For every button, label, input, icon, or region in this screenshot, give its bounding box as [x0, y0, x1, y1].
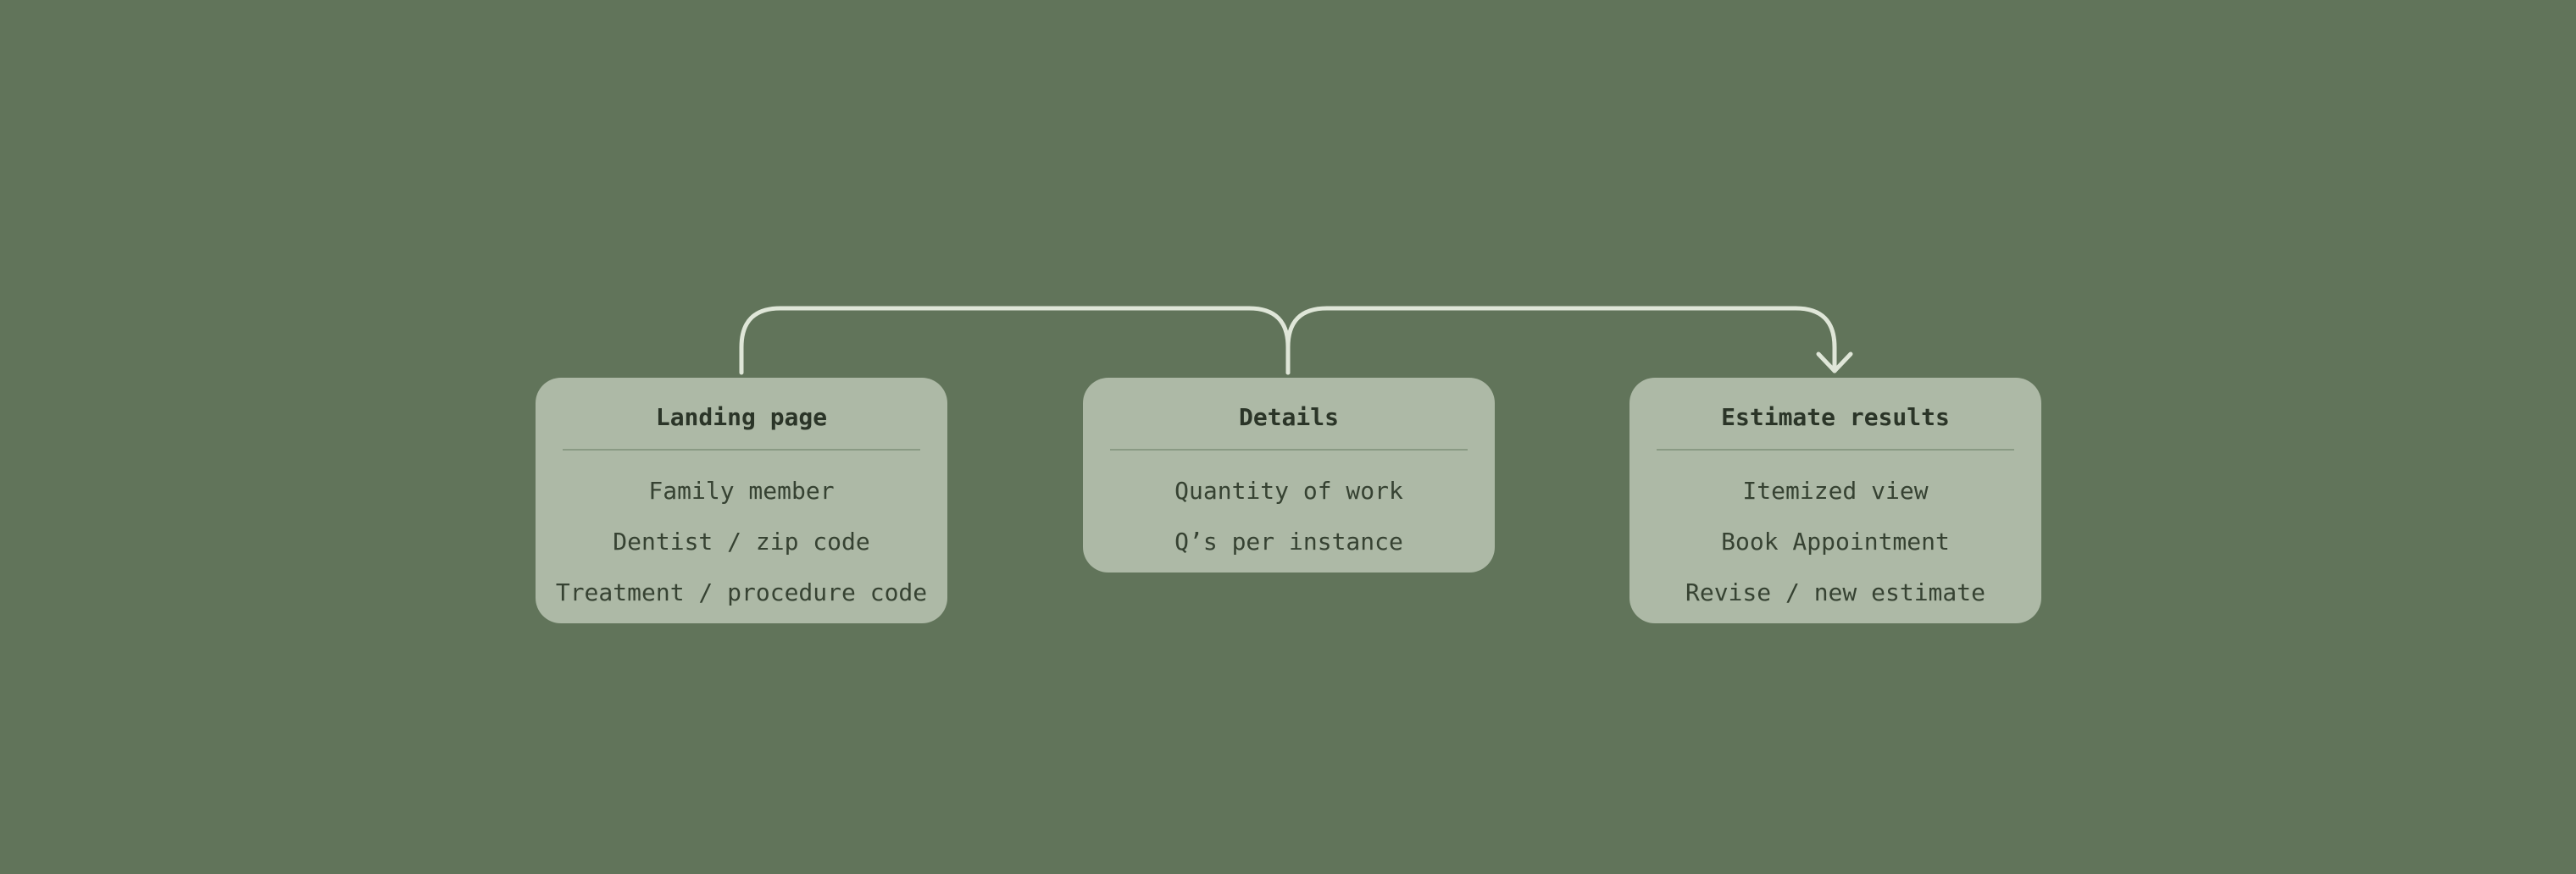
card-item: Q’s per instance [1174, 528, 1403, 556]
card-title: Details [1238, 403, 1339, 431]
card-item-list: Itemized view Book Appointment Revise / … [1629, 466, 2041, 618]
card-item: Book Appointment [1721, 528, 1950, 556]
step-card-details: Details Quantity of work Q’s per instanc… [1083, 378, 1495, 573]
card-title: Landing page [655, 403, 828, 431]
card-item: Treatment / procedure code [555, 578, 928, 606]
card-item-list: Quantity of work Q’s per instance [1083, 466, 1495, 567]
card-item-list: Family member Dentist / zip code Treatme… [536, 466, 947, 618]
card-item: Itemized view [1742, 477, 1929, 505]
card-divider [1657, 449, 2014, 451]
card-item: Family member [648, 477, 835, 505]
card-divider [1110, 449, 1468, 451]
card-item: Revise / new estimate [1685, 578, 1985, 606]
connector-landing-to-details [739, 306, 1291, 375]
step-card-estimate-results: Estimate results Itemized view Book Appo… [1629, 378, 2041, 623]
card-item: Quantity of work [1174, 477, 1403, 505]
card-item: Dentist / zip code [613, 528, 870, 556]
connector-details-to-estimate [1285, 306, 1837, 375]
step-card-landing-page: Landing page Family member Dentist / zip… [536, 378, 947, 623]
card-title: Estimate results [1721, 403, 1950, 431]
card-divider [563, 449, 920, 451]
